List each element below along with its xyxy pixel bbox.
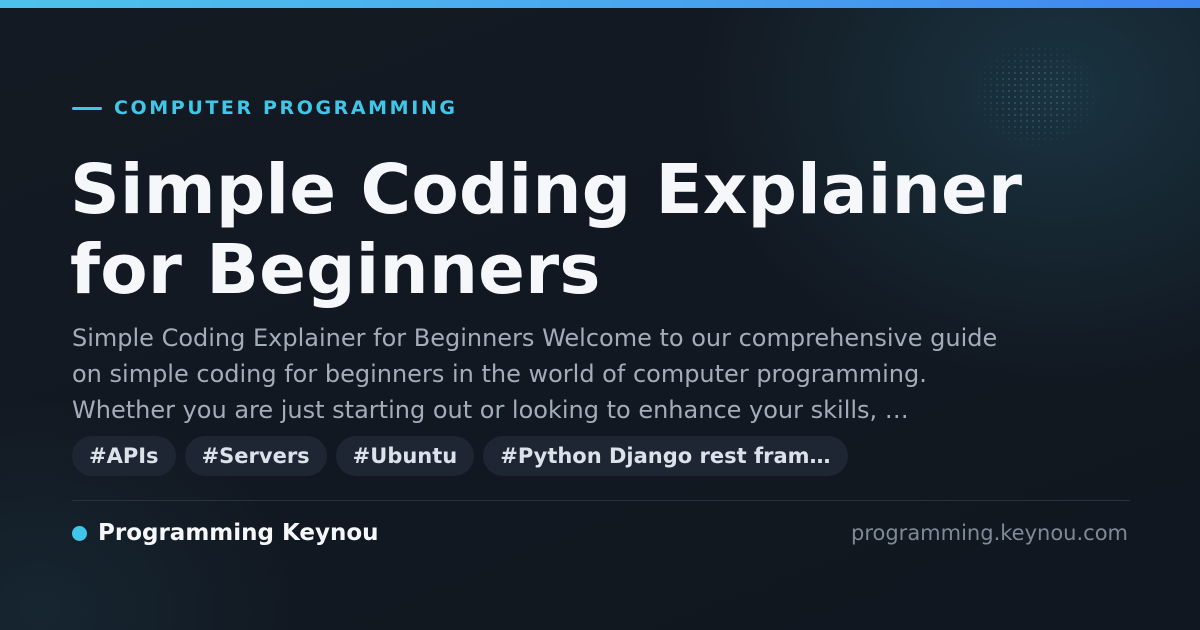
tag-chip-servers[interactable]: #Servers xyxy=(184,436,327,476)
tag-chip-apis[interactable]: #APIs xyxy=(72,436,176,476)
dot-pattern-decoration xyxy=(970,40,1100,150)
brand-dot-icon xyxy=(72,525,87,541)
title-line-1: Simple Coding Explainer xyxy=(70,150,1023,230)
site-name: Programming Keynou xyxy=(98,520,379,546)
dash-icon xyxy=(72,106,102,110)
page-title: Simple Coding Explainer for Beginners xyxy=(70,150,1130,310)
share-card: COMPUTER PROGRAMMING Simple Coding Expla… xyxy=(0,0,1200,630)
tag-chip-ubuntu[interactable]: #Ubuntu xyxy=(335,436,475,476)
category-label: COMPUTER PROGRAMMING xyxy=(114,97,458,119)
article-summary: Simple Coding Explainer for Beginners We… xyxy=(72,324,998,424)
tag-chip-python-django[interactable]: #Python Django rest fram… xyxy=(483,436,848,476)
category-eyebrow: COMPUTER PROGRAMMING xyxy=(72,96,458,120)
top-accent-bar xyxy=(0,0,1200,8)
site-domain-link[interactable]: programming.keynou.com xyxy=(851,518,1128,548)
tag-list: #APIs #Servers #Ubuntu #Python Django re… xyxy=(72,436,848,476)
title-line-2: for Beginners xyxy=(70,230,601,310)
footer-divider xyxy=(72,500,1130,501)
site-brand[interactable]: Programming Keynou xyxy=(72,518,379,548)
